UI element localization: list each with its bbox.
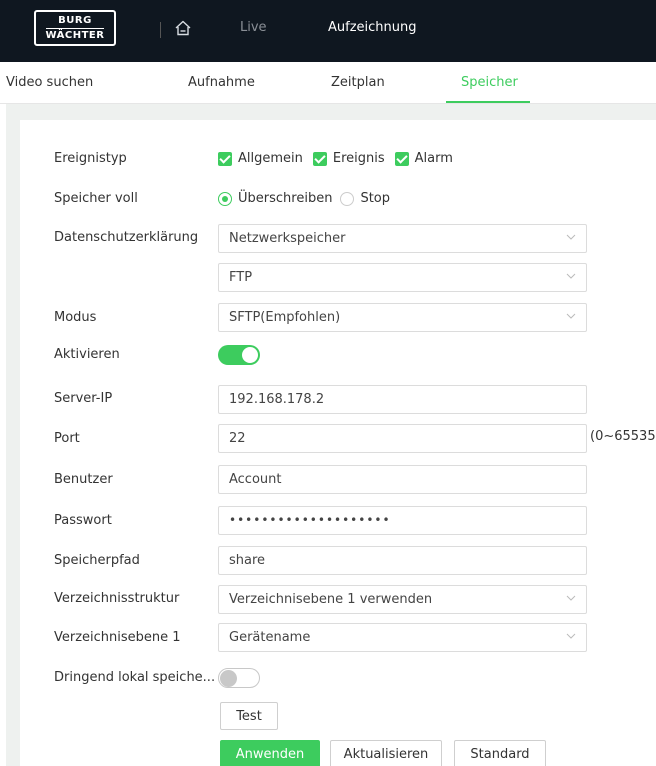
server-ip-label: Server-IP (54, 391, 113, 406)
event-type-label: Ereignistyp (54, 151, 127, 166)
radio-overwrite-label: Überschreiben (238, 191, 333, 206)
logo-line-1: BURG (58, 14, 92, 26)
tab-storage[interactable]: Speicher (461, 75, 518, 90)
checkbox-general-label: Allgemein (238, 151, 303, 166)
checkbox-event-label: Ereignis (332, 151, 385, 166)
protocol-select[interactable]: FTP (218, 263, 587, 292)
nav-recording[interactable]: Aufzeichnung (328, 20, 417, 35)
protocol-select-value: FTP (229, 270, 253, 285)
storage-path-label: Speicherpfad (54, 553, 140, 568)
toggle-knob (242, 347, 258, 363)
event-type-options: Allgemein Ereignis Alarm (218, 151, 463, 166)
enable-label: Aktivieren (54, 347, 120, 362)
password-input[interactable]: •••••••••••••••••••• (218, 506, 587, 535)
checkbox-checked-icon (394, 151, 409, 166)
refresh-button[interactable]: Aktualisieren (330, 740, 442, 766)
urgent-local-toggle[interactable] (218, 668, 260, 688)
radio-unselected-icon (340, 191, 355, 206)
chevron-down-icon (566, 633, 576, 639)
checkbox-general[interactable]: Allgemein (218, 151, 303, 166)
checkbox-alarm[interactable]: Alarm (394, 151, 453, 166)
top-bar: BURG WÄCHTER Live Aufzeichnung (0, 0, 656, 62)
user-input[interactable]: Account (218, 465, 587, 494)
active-tab-indicator (446, 101, 530, 103)
toggle-knob (220, 670, 237, 687)
mode-select[interactable]: SFTP(Empfohlen) (218, 303, 587, 332)
nav-live[interactable]: Live (240, 20, 267, 35)
storage-full-label: Speicher voll (54, 191, 138, 206)
brand-logo: BURG WÄCHTER (34, 10, 116, 46)
checkbox-checked-icon (312, 151, 327, 166)
dir-level1-label: Verzeichnisebene 1 (54, 630, 181, 645)
chevron-down-icon (566, 313, 576, 319)
tab-recording[interactable]: Aufnahme (188, 75, 255, 90)
chevron-down-icon (566, 273, 576, 279)
privacy-select-value: Netzwerkspeicher (229, 231, 346, 246)
port-range-hint: (0~65535) (590, 429, 656, 444)
checkbox-event[interactable]: Ereignis (312, 151, 385, 166)
chevron-down-icon (566, 595, 576, 601)
apply-button[interactable]: Anwenden (220, 740, 320, 766)
dir-level1-value: Gerätename (229, 630, 311, 645)
mode-select-value: SFTP(Empfohlen) (229, 310, 341, 325)
home-icon[interactable] (174, 19, 192, 37)
dir-structure-select[interactable]: Verzeichnisebene 1 verwenden (218, 585, 587, 614)
password-label: Passwort (54, 513, 112, 528)
user-label: Benutzer (54, 472, 113, 487)
storage-full-options: Überschreiben Stop (218, 191, 398, 206)
dir-structure-label: Verzeichnisstruktur (54, 591, 180, 606)
chevron-down-icon (566, 234, 576, 240)
checkbox-alarm-label: Alarm (414, 151, 453, 166)
radio-overwrite[interactable]: Überschreiben (218, 191, 332, 206)
radio-stop-label: Stop (360, 191, 390, 206)
enable-toggle[interactable] (218, 345, 260, 365)
privacy-label: Datenschutzerklärung (54, 230, 199, 245)
radio-selected-icon (218, 191, 232, 206)
mode-label: Modus (54, 310, 97, 325)
checkbox-checked-icon (218, 151, 232, 166)
urgent-local-label: Dringend lokal speiche... (54, 670, 216, 685)
dir-structure-value: Verzeichnisebene 1 verwenden (229, 592, 433, 607)
storage-path-input[interactable]: share (218, 546, 587, 575)
topbar-divider (160, 22, 161, 38)
server-ip-input[interactable]: 192.168.178.2 (218, 385, 587, 414)
radio-stop[interactable]: Stop (340, 191, 390, 206)
port-label: Port (54, 431, 80, 446)
logo-line-2: WÄCHTER (45, 27, 105, 41)
privacy-select[interactable]: Netzwerkspeicher (218, 224, 587, 253)
test-button[interactable]: Test (220, 702, 278, 730)
tab-video-search[interactable]: Video suchen (6, 75, 93, 90)
default-button[interactable]: Standard (454, 740, 546, 766)
port-input[interactable]: 22 (218, 424, 587, 453)
sub-navigation: Video suchen Aufnahme Zeitplan Speicher (0, 62, 656, 104)
tab-schedule[interactable]: Zeitplan (331, 75, 385, 90)
dir-level1-select[interactable]: Gerätename (218, 623, 587, 652)
